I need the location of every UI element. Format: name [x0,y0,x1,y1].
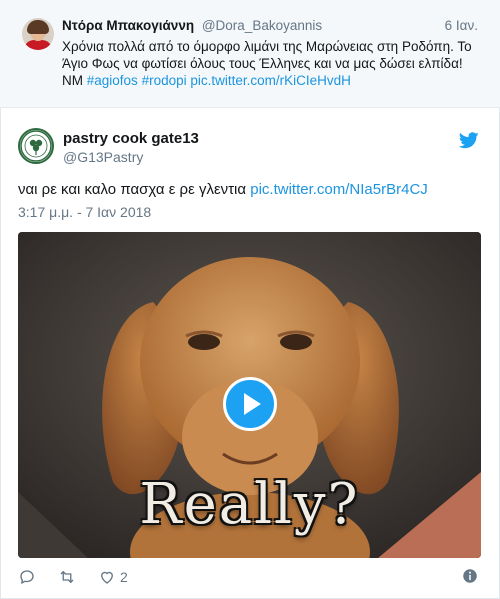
retweet-button[interactable] [58,568,76,586]
tweet-actions: 2 [18,566,150,588]
retweet-icon [60,570,74,584]
media-caption: Really? [139,472,360,537]
top-tweet-header: Ντόρα Μπακογιάννη @Dora_Bakoyannis [62,18,322,33]
like-count: 2 [120,569,128,585]
top-tweet-media-link[interactable]: pic.twitter.com/rKiCIeHvdH [190,73,351,88]
twitter-bird-icon[interactable] [459,132,479,149]
top-tweet[interactable]: Ντόρα Μπακογιάννη @Dora_Bakoyannis 6 Ιαν… [0,0,500,108]
reply-button[interactable] [18,568,36,586]
author-name[interactable]: pastry cook gate13 [63,130,199,147]
author-handle[interactable]: @G13Pastry [63,149,143,165]
clover-logo-icon [20,130,52,162]
top-tweet-text-line1: Χρόνια πολλά από το όμορφο λιμάνι της Μα… [62,39,472,54]
tweet-text-body: ναι ρε και καλο πασχα ε ρε γλεντια [18,181,247,198]
like-button[interactable]: 2 [98,568,128,586]
tweet-timestamp[interactable]: 3:17 μ.μ. - 7 Ιαν 2018 [18,204,151,220]
hashtag-rodopi[interactable]: #rodopi [142,73,187,88]
top-tweet-time[interactable]: 6 Ιαν. [445,18,478,33]
heart-icon [101,571,113,584]
top-tweet-text-line2: Άγιο Φως να φωτίσει όλους τους Έλληνες κ… [62,56,463,71]
tweet-media-link[interactable]: pic.twitter.com/NIa5rBr4CJ [250,181,428,198]
video-media[interactable]: Really? [18,232,481,558]
tweet-card: pastry cook gate13 @G13Pastry ναι ρε και… [0,108,500,599]
play-button[interactable] [223,377,277,431]
top-tweet-text: Χρόνια πολλά από το όμορφο λιμάνι της Μα… [62,38,482,89]
avatar-hair [27,20,49,34]
reply-icon [20,570,34,584]
top-tweet-text-prefix: ΝΜ [62,73,83,88]
top-tweet-avatar[interactable] [22,18,54,50]
author-avatar[interactable] [18,128,54,164]
hashtag-agiofos[interactable]: #agiofos [87,73,138,88]
top-tweet-author-name[interactable]: Ντόρα Μπακογιάννη [62,18,194,33]
top-tweet-author-handle[interactable]: @Dora_Bakoyannis [202,18,322,33]
tweet-text: ναι ρε και καλο πασχα ε ρε γλεντια pic.t… [18,181,428,198]
avatar-shirt [24,40,52,50]
play-icon [244,393,261,415]
info-icon[interactable] [461,567,479,585]
